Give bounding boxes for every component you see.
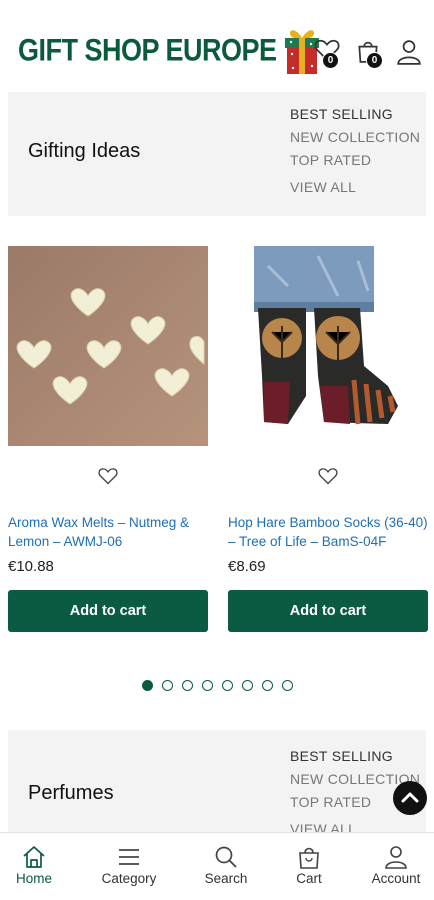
- category-section-perfumes: Perfumes BEST SELLING NEW COLLECTION TOP…: [8, 730, 426, 832]
- nav-label: Home: [15, 871, 52, 886]
- carousel-dot[interactable]: [262, 680, 273, 691]
- link-top-rated[interactable]: TOP RATED: [290, 149, 420, 172]
- logo[interactable]: GIFT SHOP EUROPE: [18, 24, 323, 76]
- carousel-dot[interactable]: [222, 680, 233, 691]
- chevron-up-icon: [401, 792, 419, 803]
- carousel-dot[interactable]: [282, 680, 293, 691]
- carousel-dot[interactable]: [242, 680, 253, 691]
- section-links: BEST SELLING NEW COLLECTION TOP RATED VI…: [290, 103, 420, 199]
- link-view-all[interactable]: VIEW ALL: [290, 818, 420, 832]
- search-icon: [215, 846, 237, 868]
- wax-melts-photo: [8, 246, 208, 446]
- bottom-navigation: Home Category Search Cart Account: [0, 832, 434, 900]
- link-best-selling[interactable]: BEST SELLING: [290, 103, 420, 126]
- logo-text: GIFT SHOP EUROPE: [18, 32, 277, 67]
- nav-category[interactable]: Category: [86, 833, 172, 900]
- nav-home[interactable]: Home: [0, 833, 77, 900]
- carousel-dot[interactable]: [202, 680, 213, 691]
- add-to-cart-button[interactable]: Add to cart: [228, 590, 428, 632]
- section-title: Gifting Ideas: [28, 140, 141, 162]
- nav-cart[interactable]: Cart: [266, 833, 352, 900]
- product-image-wax-melts[interactable]: [8, 246, 208, 446]
- nav-search[interactable]: Search: [183, 833, 269, 900]
- product-card: Aroma Wax Melts – Nutmeg & Lemon – AWMJ-…: [8, 246, 208, 632]
- product-card: Hop Hare Bamboo Socks (36-40) – Tree of …: [228, 246, 428, 632]
- cart-icon: [299, 847, 319, 869]
- account-header-button[interactable]: [396, 39, 424, 67]
- menu-icon: [119, 849, 139, 865]
- category-section-gifting-ideas: Gifting Ideas BEST SELLING NEW COLLECTIO…: [8, 92, 426, 216]
- link-best-selling[interactable]: BEST SELLING: [290, 745, 420, 768]
- scroll-to-top-button[interactable]: [393, 781, 427, 815]
- wishlist-heart-icon[interactable]: [318, 466, 338, 486]
- cart-count-badge: 0: [366, 52, 383, 69]
- carousel-dot[interactable]: [182, 680, 193, 691]
- wishlist-heart-icon[interactable]: [98, 466, 118, 486]
- user-icon: [397, 40, 421, 65]
- section-title: Perfumes: [28, 782, 114, 804]
- link-new-collection[interactable]: NEW COLLECTION: [290, 126, 420, 149]
- nav-label: Cart: [296, 871, 322, 886]
- socks-photo: [228, 246, 428, 446]
- carousel-dot[interactable]: [162, 680, 173, 691]
- app-header: GIFT SHOP EUROPE 0 0: [0, 0, 434, 92]
- product-name[interactable]: Hop Hare Bamboo Socks (36-40) – Tree of …: [228, 513, 433, 551]
- nav-label: Account: [371, 871, 421, 886]
- home-icon: [23, 846, 45, 868]
- product-name[interactable]: Aroma Wax Melts – Nutmeg & Lemon – AWMJ-…: [8, 513, 213, 551]
- carousel-pagination: [142, 680, 302, 691]
- nav-account[interactable]: Account: [353, 833, 434, 900]
- wishlist-button[interactable]: 0: [314, 38, 342, 69]
- nav-label: Category: [101, 871, 157, 886]
- add-to-cart-button[interactable]: Add to cart: [8, 590, 208, 632]
- carousel-dot[interactable]: [142, 680, 153, 691]
- product-image-bamboo-socks[interactable]: [228, 246, 428, 446]
- nav-label: Search: [204, 871, 248, 886]
- wishlist-count-badge: 0: [322, 52, 339, 69]
- product-price: €10.88: [8, 558, 54, 575]
- user-icon: [385, 846, 407, 869]
- link-view-all[interactable]: VIEW ALL: [290, 176, 420, 199]
- product-price: €8.69: [228, 558, 266, 575]
- cart-header-button[interactable]: 0: [355, 38, 383, 69]
